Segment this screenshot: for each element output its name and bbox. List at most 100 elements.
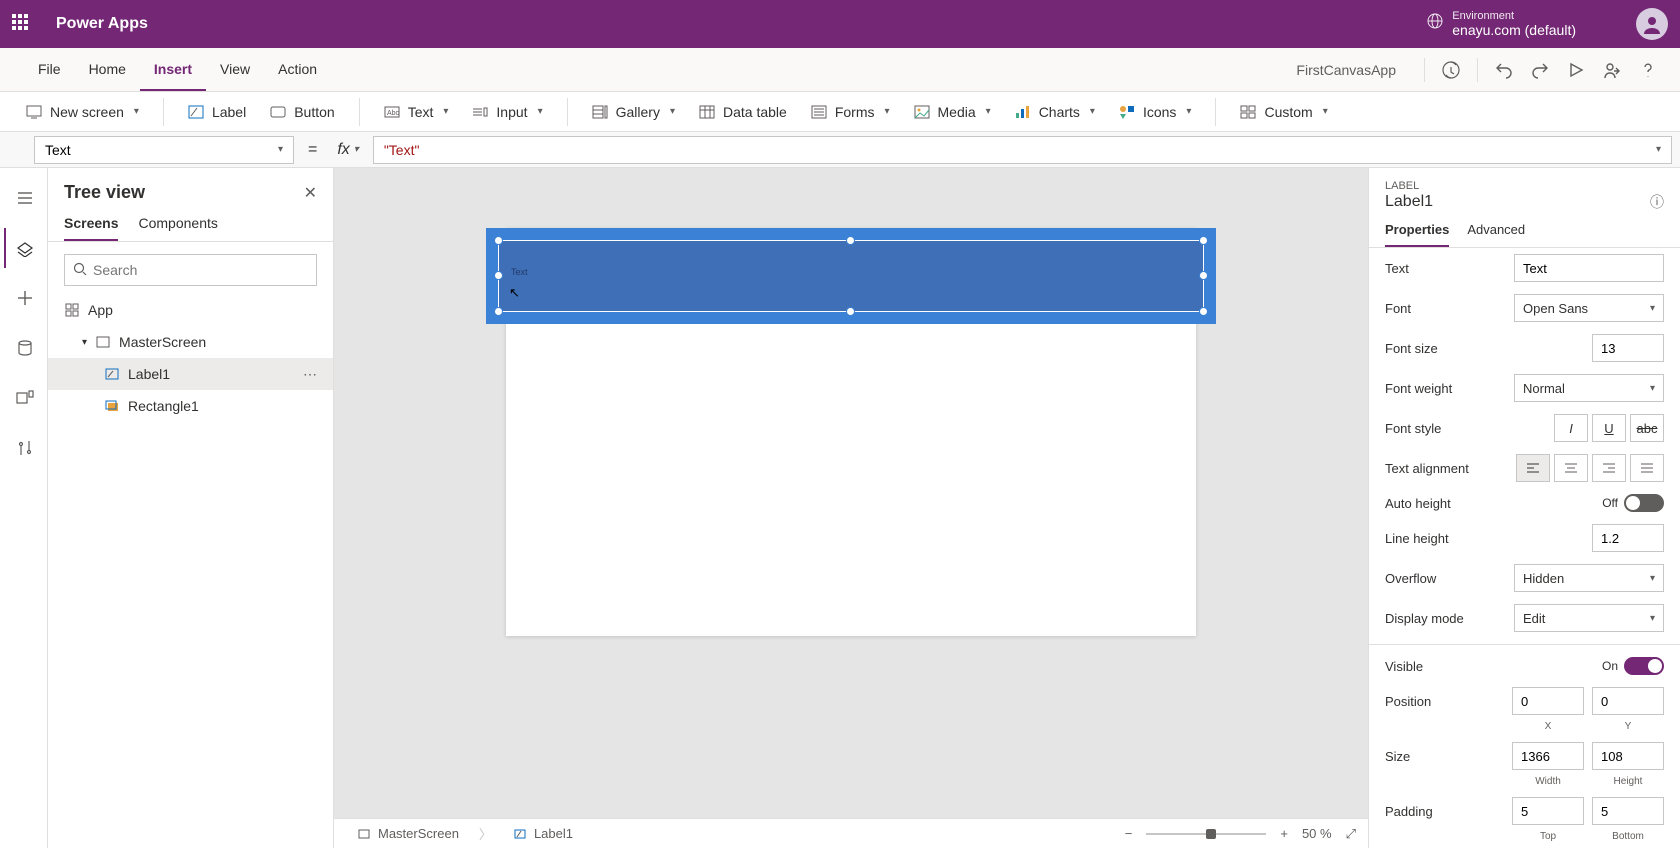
visible-toggle[interactable] [1624,657,1664,675]
tree-item-app[interactable]: App [48,294,333,326]
height-input[interactable] [1592,742,1664,770]
width-input[interactable] [1512,742,1584,770]
gallery-dropdown[interactable]: Gallery▾ [584,100,683,124]
charts-icon [1015,104,1031,120]
rail-hamburger[interactable] [4,178,44,218]
custom-dropdown[interactable]: Custom▾ [1232,100,1335,124]
padbottom-input[interactable] [1592,797,1664,825]
help-icon[interactable] [1632,54,1664,86]
zoom-pct: 50 [1302,826,1316,841]
fontsize-input[interactable] [1592,334,1664,362]
button-button[interactable]: Button [262,100,342,124]
app-name[interactable]: FirstCanvasApp [1278,62,1414,78]
rail-data[interactable] [4,328,44,368]
rail-tools[interactable] [4,428,44,468]
product-title: Power Apps [56,15,1426,33]
align-center-button[interactable] [1554,454,1588,482]
environment-name: enayu.com (default) [1452,22,1576,38]
label-icon [104,366,120,382]
underline-button[interactable]: U [1592,414,1626,442]
overflow-select[interactable]: Hidden▾ [1514,564,1664,592]
tree-tab-screens[interactable]: Screens [64,215,118,241]
italic-button[interactable]: I [1554,414,1588,442]
share-icon[interactable] [1596,54,1628,86]
breadcrumb-screen[interactable]: MasterScreen [346,826,469,842]
info-icon[interactable]: ⓘ [1650,192,1664,212]
breadcrumb-sep: 〉 [479,824,492,843]
tree-item-screen[interactable]: ▾ MasterScreen [48,326,333,358]
input-dropdown[interactable]: Input▾ [464,100,550,124]
autoheight-toggle[interactable] [1624,494,1664,512]
align-justify-button[interactable] [1630,454,1664,482]
fit-to-window-icon[interactable]: ⤢ [1346,826,1356,842]
search-icon [73,262,87,279]
label-button[interactable]: Label [180,100,254,124]
displaymode-select[interactable]: Edit▾ [1514,604,1664,632]
tree-item-rectangle1[interactable]: Rectangle1 [48,390,333,422]
charts-dropdown[interactable]: Charts▾ [1007,100,1103,124]
formula-input[interactable]: "Text"▾ [373,136,1672,164]
tree-tab-components[interactable]: Components [138,215,217,241]
close-icon[interactable]: ✕ [304,183,317,203]
properties-panel: LABEL Label1ⓘ Properties Advanced Text F… [1368,168,1680,848]
user-avatar[interactable] [1636,8,1668,40]
forms-dropdown[interactable]: Forms▾ [803,100,898,124]
checker-icon[interactable] [1435,54,1467,86]
undo-icon[interactable] [1488,54,1520,86]
app-icon [64,302,80,318]
property-select[interactable]: Text▾ [34,136,294,164]
waffle-icon[interactable] [12,14,32,34]
tree-title: Tree view [64,182,145,203]
padtop-input[interactable] [1512,797,1584,825]
x-input[interactable] [1512,687,1584,715]
zoom-out-button[interactable]: − [1125,826,1133,841]
zoom-in-button[interactable]: + [1280,826,1288,841]
menu-insert[interactable]: Insert [140,48,206,91]
tab-properties[interactable]: Properties [1385,222,1449,247]
menu-view[interactable]: View [206,48,264,91]
align-left-button[interactable] [1516,454,1550,482]
label1-element[interactable]: Text ↖ [498,240,1204,312]
weight-select[interactable]: Normal▾ [1514,374,1664,402]
lineheight-input[interactable] [1592,524,1664,552]
chevron-down-icon[interactable]: ▾ [82,337,87,348]
more-icon[interactable]: ⋯ [303,366,317,383]
environment-picker[interactable]: Environment enayu.com (default) [1426,10,1576,39]
label1-text: Text [511,267,528,277]
icons-dropdown[interactable]: Icons▾ [1111,100,1200,124]
datatable-button[interactable]: Data table [691,100,795,124]
play-icon[interactable] [1560,54,1592,86]
screen-icon [26,104,42,120]
y-input[interactable] [1592,687,1664,715]
app-header: Power Apps Environment enayu.com (defaul… [0,0,1680,48]
rail-add[interactable] [4,278,44,318]
expand-formula-icon[interactable]: ▾ [1656,144,1661,155]
text-input[interactable] [1514,254,1664,282]
search-input[interactable] [93,262,308,278]
rectangle1-element[interactable]: Text ↖ [486,228,1216,324]
font-select[interactable]: Open Sans▾ [1514,294,1664,322]
menu-action[interactable]: Action [264,48,331,91]
insert-ribbon: New screen▾ Label Button AbcText▾ Input▾… [0,92,1680,132]
menu-bar: File Home Insert View Action FirstCanvas… [0,48,1680,92]
redo-icon[interactable] [1524,54,1556,86]
align-right-button[interactable] [1592,454,1626,482]
strike-button[interactable]: abc [1630,414,1664,442]
menu-home[interactable]: Home [75,48,140,91]
screen-icon [95,334,111,350]
app-canvas[interactable]: Text ↖ [506,228,1196,636]
new-screen-button[interactable]: New screen▾ [18,100,147,124]
text-dropdown[interactable]: AbcText▾ [376,100,457,124]
fx-icon[interactable]: fx▾ [331,141,364,159]
menu-file[interactable]: File [24,48,75,91]
environment-icon [1426,12,1444,35]
tree-search[interactable] [64,254,317,286]
media-dropdown[interactable]: Media▾ [906,100,999,124]
breadcrumb-label[interactable]: Label1 [502,826,583,842]
tree-item-label1[interactable]: Label1 ⋯ [48,358,333,390]
rail-media[interactable] [4,378,44,418]
tab-advanced[interactable]: Advanced [1467,222,1525,247]
rail-tree-view[interactable] [4,228,44,268]
zoom-slider[interactable] [1146,833,1266,835]
formula-bar: Text▾ = fx▾ "Text"▾ [0,132,1680,168]
